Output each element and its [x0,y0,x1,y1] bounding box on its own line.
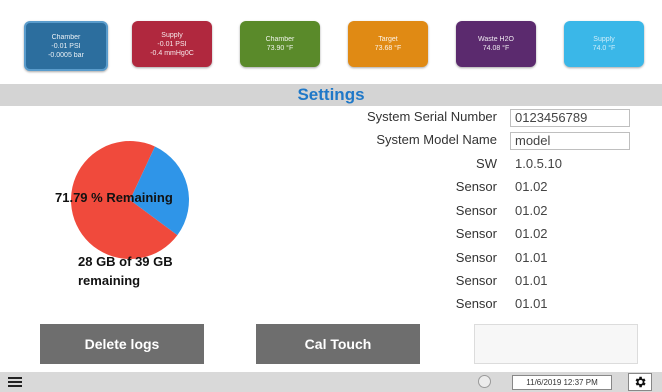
status-tiles: Chamber -0.01 PSI -0.0005 bar Supply -0.… [0,0,662,84]
tile-chamber-pressure[interactable]: Chamber -0.01 PSI -0.0005 bar [24,21,108,71]
tile-target-temp[interactable]: Target 73.68 °F [348,21,428,67]
sensor-row: Sensor 01.02 [0,203,662,223]
model-row: System Model Name model [0,132,662,152]
serial-number-field[interactable]: 0123456789 [510,109,630,127]
sensor-row: Sensor 01.01 [0,296,662,316]
sensor-version: 01.02 [515,203,548,218]
page-title: Settings [297,85,365,104]
delete-logs-button[interactable]: Delete logs [40,324,204,364]
sensor-version: 01.01 [515,296,548,311]
sensor-label: Sensor [455,203,497,218]
settings-screen: Chamber -0.01 PSI -0.0005 bar Supply -0.… [0,0,662,392]
tile-supply-temp[interactable]: Supply 74.0 °F [564,21,644,67]
tile-title: Target [378,36,398,43]
sensor-label: Sensor [455,250,497,265]
sensor-row: Sensor 01.01 [0,273,662,293]
sensor-label: Sensor [455,179,497,194]
status-indicator-icon [478,375,491,388]
hamburger-menu-icon[interactable] [8,375,22,389]
sensor-label: Sensor [455,226,497,241]
sensor-version: 01.01 [515,250,548,265]
model-name-field[interactable]: model [510,132,630,150]
tile-value: -0.0005 bar [48,51,84,59]
sw-label: SW [476,156,497,171]
tile-value: -0.4 mmHg0C [150,49,194,57]
tile-value: 74.0 °F [592,45,616,52]
tile-title: Chamber [265,36,295,43]
tile-value: 73.90 °F [266,45,294,52]
datetime-display: 11/6/2019 12:37 PM [512,375,612,390]
tile-title: Chamber [51,33,81,41]
cal-touch-button[interactable]: Cal Touch [256,324,420,364]
serial-row: System Serial Number 0123456789 [0,109,662,129]
gear-icon [635,376,646,388]
tile-waste-temp[interactable]: Waste H2O 74.08 °F [456,21,536,67]
sensor-label: Sensor [455,273,497,288]
bottom-status-bar: 11/6/2019 12:37 PM [0,372,662,392]
tile-value: 74.08 °F [482,45,510,52]
sensor-row: Sensor 01.02 [0,226,662,246]
tile-title: Waste H2O [478,36,514,43]
blank-button[interactable] [474,324,638,364]
tile-value: -0.01 PSI [157,40,187,48]
sensor-label: Sensor [455,296,497,311]
header-bar: Settings [0,84,662,106]
tile-value: -0.01 PSI [51,42,81,50]
tile-title: Supply [593,36,615,43]
tile-chamber-temp[interactable]: Chamber 73.90 °F [240,21,320,67]
tile-value: 73.68 °F [374,45,402,52]
sensor-version: 01.02 [515,226,548,241]
model-label: System Model Name [376,132,497,147]
settings-gear-button[interactable] [628,373,652,391]
sensor-version: 01.01 [515,273,548,288]
tile-title: Supply [161,31,183,39]
sensor-row: Sensor 01.02 [0,179,662,199]
sw-row: SW 1.0.5.10 [0,156,662,176]
sw-version: 1.0.5.10 [515,156,562,171]
sensor-version: 01.02 [515,179,548,194]
tile-supply-pressure[interactable]: Supply -0.01 PSI -0.4 mmHg0C [132,21,212,67]
serial-label: System Serial Number [366,109,497,124]
sensor-row: Sensor 01.01 [0,250,662,270]
